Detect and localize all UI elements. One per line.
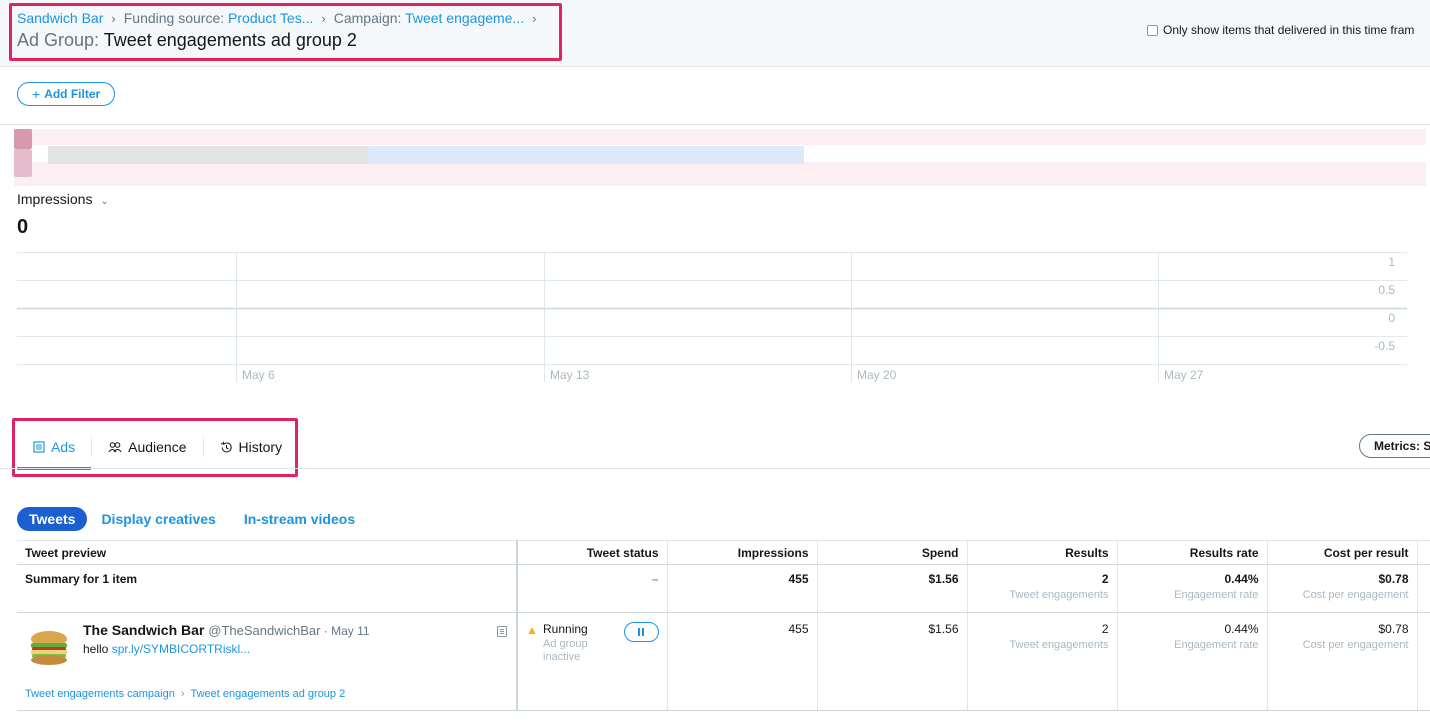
tweet-author-handle[interactable]: @TheSandwichBar: [208, 623, 320, 638]
row-cost-sublabel: Cost per engagement: [1302, 639, 1409, 651]
delivered-filter-toggle[interactable]: Only show items that delivered in this t…: [1147, 23, 1414, 37]
summary-results-value: 2: [1101, 572, 1109, 586]
tweet-date: · May 11: [320, 624, 370, 638]
row-rate: 0.44% Engagement rate: [1116, 612, 1267, 711]
summary-cost-value: $0.78: [1378, 572, 1409, 586]
delivered-label: Only show items that delivered in this t…: [1163, 23, 1415, 37]
ads-table: Tweet preview Tweet status Impressions S…: [17, 540, 1430, 711]
breadcrumb-highlight: [9, 3, 562, 61]
impressions-chart: May 6 May 13 May 20 May 27 1 0.5 0 -0.5: [17, 252, 1407, 382]
redacted-row: [14, 162, 1426, 186]
subtab-instream-videos[interactable]: In-stream videos: [230, 511, 369, 527]
chevron-right-icon: ›: [180, 688, 185, 700]
row-rate-value: 0.44%: [1224, 622, 1259, 636]
chart-x-tick-label: May 13: [550, 368, 590, 382]
metrics-selector-button[interactable]: Metrics: S: [1359, 434, 1430, 458]
summary-overflow: [1416, 564, 1430, 613]
column-header-cost-per-result[interactable]: Cost per result: [1266, 540, 1417, 565]
row-overflow: [1416, 612, 1430, 711]
tweet-preview[interactable]: The Sandwich Bar @TheSandwichBar · May 1…: [25, 622, 508, 708]
tweet-campaign-link[interactable]: Tweet engagements campaign: [25, 688, 175, 700]
chevron-down-icon: ⌄: [100, 196, 109, 207]
chart-y-tick-label: -0.5: [1374, 339, 1395, 353]
tweet-breadcrumb: Tweet engagements campaign › Tweet engagem…: [25, 688, 345, 700]
summary-results: 2 Tweet engagements: [966, 564, 1117, 613]
divider: [0, 124, 1430, 125]
warning-icon: ▲: [526, 623, 538, 637]
chart-x-tick-label: May 20: [857, 368, 897, 382]
tweet-text: hello spr.ly/SYMBICORTRiskl...: [83, 642, 250, 656]
summary-row: Summary for 1 item – 455 $1.56 2 Tweet en…: [17, 564, 1430, 613]
metric-total: 0: [17, 216, 29, 238]
chart-y-tick-label: 0.5: [1378, 283, 1395, 297]
subtab-tweets[interactable]: Tweets: [17, 507, 88, 531]
summary-spend: $1.56: [816, 564, 967, 613]
table-row[interactable]: The Sandwich Bar @TheSandwichBar · May 1…: [17, 612, 1430, 711]
redacted-row: [14, 129, 1426, 145]
chart-y-tick-label: 0: [1388, 311, 1395, 325]
summary-impressions: 455: [666, 564, 817, 613]
tweet-status-sublabel: Ad group inactive: [543, 638, 588, 663]
tweet-link[interactable]: spr.ly/SYMBICORTRiskl...: [112, 642, 250, 656]
add-filter-button[interactable]: + Add Filter: [17, 82, 116, 106]
column-header-impressions[interactable]: Impressions: [666, 540, 817, 565]
creative-type-tabs: Tweets Display creatives In-stream video…: [17, 507, 369, 531]
tweet-status-label: Running: [543, 622, 588, 636]
column-header-spend[interactable]: Spend: [816, 540, 967, 565]
pause-button[interactable]: [623, 622, 659, 642]
column-header-results[interactable]: Results: [966, 540, 1117, 565]
metric-dropdown[interactable]: Impressions ⌄: [17, 191, 109, 207]
chart-x-tick-label: May 27: [1164, 368, 1204, 382]
plus-icon: +: [32, 86, 41, 102]
document-icon[interactable]: [497, 626, 507, 637]
summary-status: –: [516, 564, 667, 613]
row-cost-value: $0.78: [1378, 622, 1409, 636]
row-spend: $1.56: [816, 612, 967, 711]
redacted-block: [14, 129, 32, 149]
tweet-status-cell: ▲ Running Ad group inactive: [516, 612, 667, 711]
sandwich-avatar: [31, 631, 67, 665]
row-results-sublabel: Tweet engagements: [1009, 639, 1109, 651]
delivered-checkbox[interactable]: [1147, 24, 1158, 36]
row-rate-sublabel: Engagement rate: [1174, 639, 1259, 651]
tweet-author: The Sandwich Bar @TheSandwichBar · May 1…: [83, 622, 370, 638]
table-header-row: Tweet preview Tweet status Impressions S…: [17, 540, 1430, 565]
pause-icon: [642, 628, 644, 636]
summary-results-sublabel: Tweet engagements: [1009, 589, 1109, 601]
redacted-block: [48, 146, 368, 164]
summary-cost-sublabel: Cost per engagement: [1302, 589, 1409, 601]
column-header-overflow: [1416, 540, 1430, 565]
summary-rate: 0.44% Engagement rate: [1116, 564, 1267, 613]
row-results: 2 Tweet engagements: [966, 612, 1117, 711]
column-header-tweet-preview[interactable]: Tweet preview: [17, 540, 517, 565]
redacted-block: [368, 146, 804, 164]
tweet-status: ▲ Running Ad group inactive: [526, 622, 659, 682]
metric-dropdown-label: Impressions: [17, 191, 93, 207]
tweet-preview-cell: The Sandwich Bar @TheSandwichBar · May 1…: [17, 612, 517, 711]
tweet-text-prefix: hello: [83, 642, 112, 656]
summary-label: Summary for 1 item: [17, 564, 517, 613]
add-filter-label: Add Filter: [44, 87, 101, 101]
column-header-tweet-status[interactable]: Tweet status: [516, 540, 667, 565]
chart-y-tick-label: 1: [1388, 255, 1395, 269]
chart-x-tick-label: May 6: [242, 368, 275, 382]
subtab-display-creatives[interactable]: Display creatives: [87, 511, 229, 527]
row-cost: $0.78 Cost per engagement: [1266, 612, 1417, 711]
pause-icon: [638, 628, 640, 636]
column-header-results-rate[interactable]: Results rate: [1116, 540, 1267, 565]
row-impressions: 455: [666, 612, 817, 711]
summary-rate-sublabel: Engagement rate: [1174, 589, 1259, 601]
tweet-author-name[interactable]: The Sandwich Bar: [83, 622, 204, 638]
redacted-metrics-bar: [14, 129, 1426, 186]
divider: [0, 468, 1430, 469]
summary-rate-value: 0.44%: [1224, 572, 1259, 586]
row-results-value: 2: [1101, 622, 1109, 636]
tweet-adgroup-link[interactable]: Tweet engagements ad group 2: [191, 688, 346, 700]
summary-cost: $0.78 Cost per engagement: [1266, 564, 1417, 613]
redacted-block: [14, 149, 32, 177]
